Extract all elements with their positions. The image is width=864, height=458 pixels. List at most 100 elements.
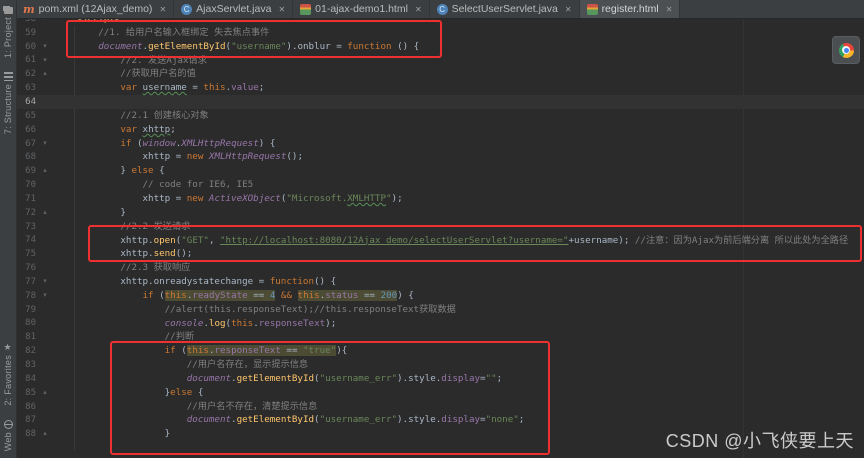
code-line-59[interactable]: 59 //1. 给用户名输入框绑定 失去焦点事件: [16, 26, 864, 40]
tab-ajaxservlet-java[interactable]: C AjaxServlet.java ✕: [174, 0, 294, 18]
code-line-70[interactable]: 70 // code for IE6, IE5: [16, 178, 864, 192]
tab-pom-xml-12ajax-demo[interactable]: m pom.xml (12Ajax_demo) ✕: [16, 0, 175, 18]
code-line-69[interactable]: 69 ▴ } else {: [16, 164, 864, 178]
code-line-64[interactable]: 64: [16, 95, 864, 109]
code-line-86[interactable]: 86 //用户名不存在，清楚提示信息: [16, 400, 864, 414]
fold-marker-icon[interactable]: ▾: [38, 289, 52, 303]
fold-marker-icon[interactable]: ▾: [38, 54, 52, 68]
code-line-61[interactable]: 61 ▾ //2. 发送Ajax请求: [16, 54, 864, 68]
tab-label: register.html: [601, 3, 659, 15]
code-token: {: [192, 386, 204, 398]
code-token: //2.3 获取响应: [120, 262, 191, 274]
line-number: 84: [25, 373, 36, 384]
code-line-71[interactable]: 71 xhttp = new ActiveXObject("Microsoft.…: [16, 192, 864, 206]
tool-buttons-top: 1: Project 7: Structure: [3, 0, 13, 141]
tab-register-html[interactable]: register.html ✕: [579, 0, 681, 18]
fold-marker-icon[interactable]: ▾: [38, 137, 52, 151]
code-token: getElementById: [148, 40, 226, 52]
fold-marker-icon[interactable]: ▴: [38, 67, 52, 81]
code-text: document.getElementById("username").onbl…: [52, 40, 419, 54]
code-line-67[interactable]: 67 ▾ if (window.XMLHttpRequest) {: [16, 137, 864, 151]
code-text: //1. 给用户名输入框绑定 失去焦点事件: [52, 26, 269, 40]
code-line-87[interactable]: 87 document.getElementById("username_err…: [16, 413, 864, 427]
code-token: else: [170, 386, 193, 398]
close-tab-icon[interactable]: ✕: [666, 5, 673, 14]
code-text: //2.2 发送请求: [52, 220, 190, 234]
code-line-77[interactable]: 77 ▾ xhttp.onreadystatechange = function(…: [16, 275, 864, 289]
code-token: ).style.: [397, 414, 442, 426]
code-line-76[interactable]: 76 //2.3 获取响应: [16, 261, 864, 275]
watermark: CSDN @小飞侠要上天: [665, 431, 854, 451]
code-line-82[interactable]: 82 if (this.responseText == "true"){: [16, 344, 864, 358]
tool-window-button-2-favorites[interactable]: ★ 2: Favorites: [3, 336, 13, 413]
fold-marker-icon[interactable]: ▴: [38, 427, 52, 441]
code-line-78[interactable]: 78 ▾ if (this.readyState == 4 && this.sta…: [16, 289, 864, 303]
code-text: }: [52, 427, 171, 441]
code-line-81[interactable]: 81 //判断: [16, 330, 864, 344]
tab-selectuserservlet-java[interactable]: C SelectUserServlet.java ✕: [429, 0, 580, 18]
tool-window-button-web[interactable]: Web: [3, 413, 13, 458]
code-line-79[interactable]: 79 //alert(this.responseText);//this.res…: [16, 303, 864, 317]
code-line-80[interactable]: 80 console.log(this.responseText);: [16, 317, 864, 331]
fold-marker-icon[interactable]: ▴: [38, 386, 52, 400]
line-number: 76: [25, 263, 36, 274]
code-line-75[interactable]: 75 xhttp.send();: [16, 247, 864, 261]
code-line-62[interactable]: 62 ▴ //获取用户名的值: [16, 67, 864, 81]
code-token: ;: [518, 414, 525, 426]
code-token: "none": [485, 414, 519, 426]
code-text: var xhttp;: [52, 123, 175, 137]
browser-preview-popup[interactable]: [832, 36, 860, 64]
tool-window-button-1-project[interactable]: 1: Project: [3, 0, 13, 65]
close-tab-icon[interactable]: ✕: [278, 5, 285, 14]
code-token: value: [231, 82, 259, 94]
code-line-73[interactable]: 73 //2.2 发送请求: [16, 220, 864, 234]
code-line-84[interactable]: 84 document.getElementById("username_err…: [16, 372, 864, 386]
code-token: //用户名存在，显示提示信息: [186, 359, 309, 371]
code-token: readyState: [192, 289, 248, 301]
code-line-72[interactable]: 72 ▴ }: [16, 206, 864, 220]
code-line-65[interactable]: 65 //2.1 创建核心对象: [16, 109, 864, 123]
code-token: if: [142, 289, 154, 301]
code-token: XMLHttpRequest: [181, 137, 259, 149]
code-text: //2. 发送Ajax请求: [52, 54, 207, 68]
code-token: this: [164, 289, 187, 301]
code-token: this: [203, 82, 226, 94]
code-token: "true": [303, 345, 337, 357]
code-line-68[interactable]: 68 xhttp = new XMLHttpRequest();: [16, 150, 864, 164]
fold-marker-icon[interactable]: ▾: [38, 40, 52, 54]
code-text: //获取用户名的值: [52, 67, 195, 81]
maven-icon: m: [23, 2, 35, 16]
chrome-icon[interactable]: [838, 42, 854, 58]
code-token: () {: [391, 40, 420, 52]
fold-marker-icon[interactable]: ▾: [38, 275, 52, 289]
code-token: log: [208, 317, 226, 329]
code-area[interactable]: 58▾ <script>59 //1. 给用户名输入框绑定 失去焦点事件60▾ …: [16, 12, 864, 441]
structure-icon: [3, 72, 13, 82]
tab-01-ajax-demo1-html[interactable]: 01-ajax-demo1.html ✕: [293, 0, 430, 18]
line-number: 70: [25, 180, 36, 191]
close-tab-icon[interactable]: ✕: [565, 5, 572, 14]
code-line-66[interactable]: 66 var xhttp;: [16, 123, 864, 137]
code-token: //2.1 创建核心对象: [120, 109, 209, 121]
close-tab-icon[interactable]: ✕: [415, 5, 422, 14]
code-line-74[interactable]: 74 xhttp.open("GET", "http://localhost:8…: [16, 234, 864, 248]
code-token: "username_err": [319, 372, 398, 384]
code-line-63[interactable]: 63 var username = this.value;: [16, 81, 864, 95]
close-tab-icon[interactable]: ✕: [159, 5, 166, 14]
line-number: 66: [25, 124, 36, 135]
code-token: new: [186, 151, 204, 163]
line-number: 68: [25, 152, 36, 163]
code-token: ) {: [397, 289, 414, 301]
fold-marker-icon[interactable]: ▴: [38, 206, 52, 220]
code-line-85[interactable]: 85 ▴ }else {: [16, 386, 864, 400]
fold-marker-icon[interactable]: ▴: [38, 164, 52, 178]
tool-window-button-7-structure[interactable]: 7: Structure: [3, 65, 13, 141]
code-line-83[interactable]: 83 //用户名存在，显示提示信息: [16, 358, 864, 372]
code-token: XMLHTTP: [347, 192, 386, 204]
code-line-60[interactable]: 60 ▾ document.getElementById("username").…: [16, 40, 864, 54]
line-number: 85: [25, 387, 36, 398]
